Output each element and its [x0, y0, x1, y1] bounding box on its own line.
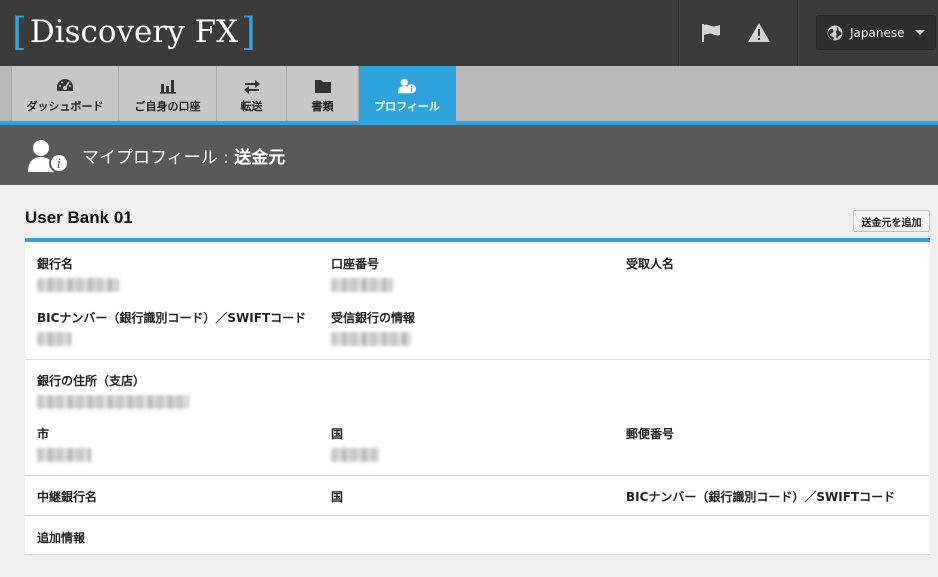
tab-label: 転送	[240, 100, 263, 113]
field-label: 銀行の住所（支店）	[37, 374, 146, 388]
field-bic-swift: BICナンバー（銀行識別コード）／SWIFTコード	[37, 309, 306, 346]
field-label: 口座番号	[331, 257, 380, 271]
logo-bracket-right: ]	[241, 10, 256, 54]
field-label: BICナンバー（銀行識別コード）／SWIFTコード	[37, 311, 307, 325]
top-header: [ Discovery FX ] Japanese	[0, 0, 938, 66]
redacted-value	[331, 332, 411, 346]
main-nav: ダッシュボード ご自身の口座 転送 書類 プロフィール	[0, 66, 938, 128]
tab-label: プロフィール	[374, 100, 440, 113]
field-country: 国	[331, 425, 379, 462]
field-label: 受信銀行の情報	[331, 311, 416, 325]
field-intermediary-country: 国	[331, 488, 343, 505]
chevron-down-icon	[914, 30, 925, 35]
dashboard-icon	[57, 79, 73, 91]
field-label: BICナンバー（銀行識別コード）／SWIFTコード	[626, 490, 896, 504]
brand-logo[interactable]: [ Discovery FX ]	[12, 12, 256, 52]
field-label: 国	[331, 427, 344, 441]
page-title-band: i マイプロフィール : 送金元	[0, 125, 938, 185]
redacted-value	[37, 278, 119, 292]
field-label: 中継銀行名	[37, 490, 98, 504]
field-city: 市	[37, 425, 91, 462]
add-remitter-button[interactable]: 送金元を追加	[853, 210, 930, 232]
logo-bracket-left: [	[12, 10, 27, 54]
language-selector[interactable]: Japanese	[816, 15, 936, 50]
field-label: 追加情報	[37, 531, 86, 545]
field-bank-name: 銀行名	[37, 255, 119, 292]
tab-dashboard[interactable]: ダッシュボード	[11, 66, 119, 121]
warning-icon[interactable]	[746, 20, 772, 46]
row-divider	[25, 515, 930, 516]
header-divider	[797, 0, 798, 66]
tab-transfer[interactable]: 転送	[217, 66, 287, 121]
tab-label: 書類	[311, 100, 334, 113]
field-intermediary-bic-swift: BICナンバー（銀行識別コード）／SWIFTコード	[626, 488, 895, 505]
field-recipient-name: 受取人名	[626, 255, 674, 272]
field-intermediary-bank-name: 中継銀行名	[37, 488, 97, 505]
tab-label: ダッシュボード	[26, 100, 104, 113]
field-label: 受取人名	[626, 257, 675, 271]
redacted-value	[37, 395, 189, 409]
svg-text:i: i	[57, 157, 61, 172]
flag-icon[interactable]	[698, 20, 724, 46]
field-label: 市	[37, 427, 50, 441]
tab-label: ご自身の口座	[134, 100, 201, 113]
field-bank-address: 銀行の住所（支店）	[37, 372, 189, 409]
logo-text: Discovery FX	[29, 14, 239, 50]
field-label: 国	[331, 490, 344, 504]
bar-chart-icon	[159, 80, 176, 94]
transfer-arrows-icon	[243, 80, 260, 94]
field-additional-info: 追加情報	[37, 529, 85, 546]
field-label: 銀行名	[37, 257, 74, 271]
field-account-number: 口座番号	[331, 255, 393, 292]
redacted-value	[331, 278, 393, 292]
redacted-value	[37, 448, 91, 462]
row-divider	[25, 475, 930, 476]
field-label: 郵便番号	[626, 427, 675, 441]
field-receiving-bank-info: 受信銀行の情報	[331, 309, 415, 346]
language-label: Japanese	[850, 25, 905, 40]
folder-icon	[314, 80, 331, 93]
profile-info-icon: i	[28, 140, 69, 173]
redacted-value	[37, 332, 71, 346]
tab-documents[interactable]: 書類	[287, 66, 359, 121]
page-title: マイプロフィール : 送金元	[82, 143, 285, 168]
redacted-value	[331, 448, 379, 462]
page-title-section: 送金元	[234, 148, 286, 168]
bank-title: User Bank 01	[25, 208, 133, 227]
tab-profile[interactable]: プロフィール	[359, 66, 456, 128]
tab-my-accounts[interactable]: ご自身の口座	[119, 66, 217, 121]
row-divider	[25, 359, 930, 360]
profile-info-icon	[397, 78, 417, 94]
globe-icon	[827, 25, 843, 40]
page-title-main: マイプロフィール	[82, 148, 218, 168]
page-title-separator: :	[217, 148, 235, 168]
bank-details-panel: 銀行名 口座番号 受取人名 BICナンバー（銀行識別コード）／SWIFTコード …	[25, 238, 930, 555]
field-postal-code: 郵便番号	[626, 425, 674, 442]
header-divider	[678, 0, 679, 66]
